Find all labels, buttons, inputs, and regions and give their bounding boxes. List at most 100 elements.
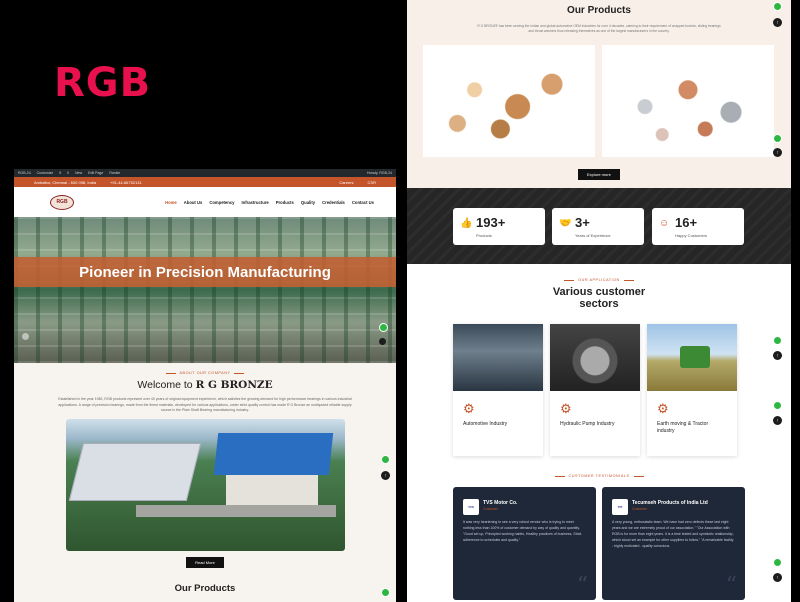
nav-menu: Home About Us Competency Infrastructure … <box>165 200 374 205</box>
homepage-preview: RGB-24 Customize 5 0 New Edit Page Ranki… <box>14 169 396 602</box>
engine-icon: ⚙ <box>657 401 669 416</box>
about-title: Welcome to R G BRONZE <box>14 379 396 391</box>
stat-label: Happy Customers <box>675 233 708 238</box>
whatsapp-icon[interactable] <box>773 2 782 11</box>
read-more-button[interactable]: Read More <box>186 556 224 568</box>
wp-bar-item[interactable]: Edit Page <box>88 171 103 175</box>
testimonial-text: A very young, enthusiastic team. We have… <box>612 520 734 548</box>
whatsapp-icon[interactable] <box>381 455 390 464</box>
sectors-title-line1: Various customer <box>552 286 646 298</box>
nav-credentials[interactable]: Credentials <box>322 200 345 205</box>
about-title-prefix: Welcome to <box>137 379 196 391</box>
sector-card-automotive[interactable]: ⚙ Automotive Industry <box>453 324 543 456</box>
testimonial-role: Customer <box>483 507 499 511</box>
thumbs-up-icon: 👍 <box>460 218 473 229</box>
wp-bar-item[interactable]: RGB-24 <box>18 171 31 175</box>
smile-icon: ☺ <box>659 218 670 229</box>
sector-card-earthmoving[interactable]: ⚙ Earth moving & Tractor industry <box>647 324 737 456</box>
tractor-image <box>647 324 737 391</box>
stat-number: 16+ <box>675 215 698 230</box>
csr-link[interactable]: CSR <box>368 180 376 185</box>
page-preview-right: Our Products R G BRONZE has been serving… <box>407 0 791 602</box>
wp-bar-item[interactable]: Customize <box>37 171 54 175</box>
bearings-washers-image <box>602 45 774 157</box>
products-heading: Our Products <box>174 582 236 594</box>
stat-label: Years of Experience <box>575 233 611 238</box>
sectors-title-line2: sectors <box>579 298 619 310</box>
careers-link[interactable]: Careers <box>339 180 353 185</box>
sector-label: Earth moving & Tractor industry <box>657 421 709 434</box>
testimonial-name: Tecumseh Products of India Ltd <box>632 500 708 506</box>
whatsapp-icon[interactable] <box>773 336 782 345</box>
wp-bar-item[interactable]: 0 <box>67 171 69 175</box>
tecumseh-logo: TPI <box>612 499 628 515</box>
wp-bar-item[interactable]: New <box>75 171 82 175</box>
products-section: Our Products R G BRONZE has been serving… <box>407 0 791 188</box>
slider-prev-button[interactable] <box>22 333 29 340</box>
stats-section: 👍 193+ Products 🤝 3+ Years of Experience… <box>407 188 791 264</box>
whatsapp-icon[interactable] <box>381 588 390 597</box>
handshake-icon: 🤝 <box>559 218 572 229</box>
scroll-top-icon[interactable]: ↑ <box>381 471 390 480</box>
sectors-section: OUR APPLICATION Various customer sectors… <box>407 264 791 462</box>
main-nav: RGB Home About Us Competency Infrastruct… <box>14 187 396 217</box>
wp-bar-greeting[interactable]: Howdy, RGB-24 <box>367 171 392 175</box>
sector-card-hydraulic[interactable]: ⚙ Hydraulic Pump Industry <box>550 324 640 456</box>
about-text: Established in the year 1982, RGB produc… <box>58 397 352 412</box>
bronze-bushes-image <box>423 45 595 157</box>
stat-label: Products <box>476 233 492 238</box>
testimonial-card: TPI Tecumseh Products of India Ltd Custo… <box>602 487 745 600</box>
sector-label: Automotive Industry <box>463 421 508 427</box>
scroll-top-icon[interactable]: ↑ <box>773 416 782 425</box>
nav-home[interactable]: Home <box>165 200 177 205</box>
hero-slider: Pioneer in Precision Manufacturing <box>14 217 396 363</box>
scroll-top-icon[interactable]: ↑ <box>773 351 782 360</box>
sector-label: Hydraulic Pump Industry <box>560 421 615 427</box>
about-title-brand: R G BRONZE <box>195 379 273 391</box>
brand-logo-text: RGB <box>54 60 152 106</box>
sectors-title: Various customer sectors <box>407 286 791 310</box>
about-kicker: ABOUT OUR COMPANY <box>14 371 396 375</box>
site-logo[interactable]: RGB <box>50 194 74 210</box>
address-text: Ambattur, Chennai - 600 098, India <box>34 179 97 185</box>
sectors-kicker: OUR APPLICATION <box>407 278 791 282</box>
wp-bar-item[interactable]: Rankie <box>109 171 120 175</box>
quote-icon: “ <box>576 573 588 598</box>
nav-contact[interactable]: Contact Us <box>352 200 374 205</box>
factory-icon: ⚙ <box>463 401 475 416</box>
hydraulic-image <box>550 324 640 391</box>
slider-next-button[interactable] <box>379 338 386 345</box>
whatsapp-icon[interactable] <box>773 401 782 410</box>
factory-image <box>65 418 345 551</box>
stat-number: 3+ <box>575 215 590 230</box>
scroll-top-icon[interactable]: ↑ <box>773 18 782 27</box>
nav-quality[interactable]: Quality <box>301 200 315 205</box>
products-subtitle: R G BRONZE has been serving the Indian a… <box>477 24 721 33</box>
whatsapp-icon[interactable] <box>773 134 782 143</box>
nav-infrastructure[interactable]: Infrastructure <box>241 200 268 205</box>
products-title: Our Products <box>567 5 631 16</box>
wp-admin-bar: RGB-24 Customize 5 0 New Edit Page Ranki… <box>14 169 396 177</box>
nav-products[interactable]: Products <box>276 200 294 205</box>
whatsapp-icon[interactable] <box>773 558 782 567</box>
wp-bar-item[interactable]: 5 <box>59 171 61 175</box>
scroll-top-icon[interactable]: ↑ <box>773 573 782 582</box>
testimonial-role: Customer <box>632 507 648 511</box>
nav-competency[interactable]: Competency <box>209 200 234 205</box>
phone-link[interactable]: +91-44-66752131 <box>110 180 142 185</box>
quote-icon: “ <box>725 573 737 598</box>
testimonials-kicker: CUSTOMER TESTIMONIALS <box>407 462 791 478</box>
whatsapp-icon[interactable] <box>379 323 388 332</box>
hero-banner: Pioneer in Precision Manufacturing <box>14 257 396 287</box>
explore-more-button[interactable]: Explore more <box>578 169 620 180</box>
testimonials-section: CUSTOMER TESTIMONIALS TVS TVS Motor Co. … <box>407 462 791 602</box>
tvs-logo: TVS <box>463 499 479 515</box>
nav-about[interactable]: About Us <box>184 200 203 205</box>
about-section: ABOUT OUR COMPANY Welcome to R G BRONZE … <box>14 363 396 594</box>
stat-card: 👍 193+ Products <box>453 208 545 245</box>
testimonial-name: TVS Motor Co. <box>483 500 518 506</box>
testimonial-text: It was very heartening to see a very rob… <box>463 520 582 542</box>
stat-card: ☺ 16+ Happy Customers <box>652 208 744 245</box>
stat-card: 🤝 3+ Years of Experience <box>552 208 644 245</box>
scroll-top-icon[interactable]: ↑ <box>773 148 782 157</box>
